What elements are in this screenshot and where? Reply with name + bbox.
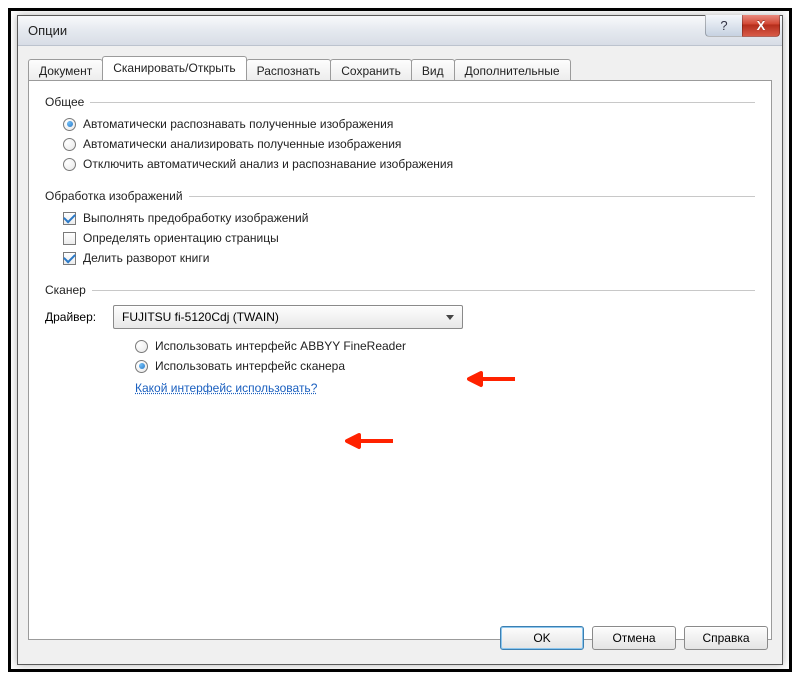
group-processing-title: Обработка изображений bbox=[45, 189, 189, 203]
tab-strip: Документ Сканировать/Открыть Распознать … bbox=[18, 46, 782, 80]
radio-auto-analyze[interactable]: Автоматически анализировать полученные и… bbox=[63, 137, 755, 151]
close-button[interactable]: X bbox=[742, 15, 780, 37]
radio-label: Использовать интерфейс ABBYY FineReader bbox=[155, 339, 406, 353]
radio-disable-auto[interactable]: Отключить автоматический анализ и распоз… bbox=[63, 157, 755, 171]
driver-combobox[interactable]: FUJITSU fi-5120Cdj (TWAIN) bbox=[113, 305, 463, 329]
tab-view[interactable]: Вид bbox=[411, 59, 455, 81]
titlebar: Опции ? X bbox=[18, 16, 782, 46]
checkbox-split-spread[interactable]: Делить разворот книги bbox=[63, 251, 755, 265]
radio-label: Отключить автоматический анализ и распоз… bbox=[83, 157, 453, 171]
options-dialog: Опции ? X Документ Сканировать/Открыть Р… bbox=[17, 15, 783, 665]
radio-icon bbox=[135, 360, 148, 373]
cancel-button[interactable]: Отмена bbox=[592, 626, 676, 650]
annotation-arrow-icon bbox=[345, 432, 393, 450]
tab-document[interactable]: Документ bbox=[28, 59, 103, 81]
checkbox-icon bbox=[63, 252, 76, 265]
group-processing: Обработка изображений Выполнять предобра… bbox=[45, 189, 755, 265]
radio-label: Автоматически анализировать полученные и… bbox=[83, 137, 401, 151]
radio-icon bbox=[63, 138, 76, 151]
group-general: Общее Автоматически распознавать получен… bbox=[45, 95, 755, 171]
radio-icon bbox=[135, 340, 148, 353]
driver-label: Драйвер: bbox=[45, 310, 113, 324]
group-general-title: Общее bbox=[45, 95, 90, 109]
tab-additional[interactable]: Дополнительные bbox=[454, 59, 571, 81]
radio-abbyy-interface[interactable]: Использовать интерфейс ABBYY FineReader bbox=[135, 339, 755, 353]
checkbox-label: Выполнять предобработку изображений bbox=[83, 211, 308, 225]
checkbox-icon bbox=[63, 212, 76, 225]
checkbox-icon bbox=[63, 232, 76, 245]
group-scanner: Сканер Драйвер: FUJITSU fi-5120Cdj (TWAI… bbox=[45, 283, 755, 395]
driver-value: FUJITSU fi-5120Cdj (TWAIN) bbox=[122, 310, 279, 324]
window-title: Опции bbox=[28, 23, 706, 38]
radio-scanner-interface[interactable]: Использовать интерфейс сканера bbox=[135, 359, 755, 373]
tab-scan-open[interactable]: Сканировать/Открыть bbox=[102, 56, 246, 80]
checkbox-label: Определять ориентацию страницы bbox=[83, 231, 279, 245]
checkbox-orientation[interactable]: Определять ориентацию страницы bbox=[63, 231, 755, 245]
tabpanel-scan-open: Общее Автоматически распознавать получен… bbox=[28, 80, 772, 640]
group-scanner-title: Сканер bbox=[45, 283, 92, 297]
ok-button[interactable]: OK bbox=[500, 626, 584, 650]
tab-save[interactable]: Сохранить bbox=[330, 59, 412, 81]
help-button-bottom[interactable]: Справка bbox=[684, 626, 768, 650]
which-interface-link[interactable]: Какой интерфейс использовать? bbox=[135, 381, 317, 395]
radio-label: Автоматически распознавать полученные из… bbox=[83, 117, 393, 131]
checkbox-label: Делить разворот книги bbox=[83, 251, 209, 265]
radio-label: Использовать интерфейс сканера bbox=[155, 359, 345, 373]
button-bar: OK Отмена Справка bbox=[500, 626, 768, 650]
radio-auto-recognize[interactable]: Автоматически распознавать полученные из… bbox=[63, 117, 755, 131]
checkbox-preprocess[interactable]: Выполнять предобработку изображений bbox=[63, 211, 755, 225]
help-button[interactable]: ? bbox=[705, 15, 743, 37]
radio-icon bbox=[63, 118, 76, 131]
tab-recognize[interactable]: Распознать bbox=[246, 59, 332, 81]
radio-icon bbox=[63, 158, 76, 171]
